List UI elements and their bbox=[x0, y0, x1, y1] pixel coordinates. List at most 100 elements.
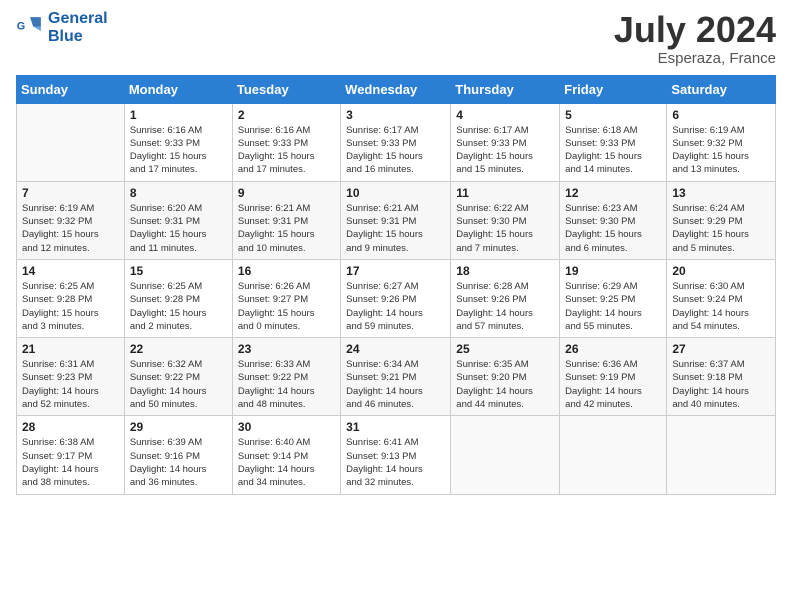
calendar-cell: 25 Sunrise: 6:35 AM Sunset: 9:20 PM Dayli… bbox=[451, 338, 560, 416]
weekday-header: Friday bbox=[560, 75, 667, 103]
calendar-week-row: 28 Sunrise: 6:38 AM Sunset: 9:17 PM Dayli… bbox=[17, 416, 776, 494]
day-info: Sunrise: 6:29 AM Sunset: 9:25 PM Dayligh… bbox=[565, 280, 661, 333]
day-number: 25 bbox=[456, 342, 554, 356]
day-info: Sunrise: 6:19 AM Sunset: 9:32 PM Dayligh… bbox=[672, 124, 770, 177]
weekday-header: Wednesday bbox=[341, 75, 451, 103]
calendar-cell: 29Sunrise: 6:39 AM Sunset: 9:16 PM Dayli… bbox=[124, 416, 232, 494]
calendar-cell: 28 Sunrise: 6:38 AM Sunset: 9:17 PM Dayli… bbox=[17, 416, 125, 494]
day-number: 20 bbox=[672, 264, 770, 278]
calendar-cell: 12 Sunrise: 6:23 AM Sunset: 9:30 PM Dayli… bbox=[560, 181, 667, 259]
day-number: 23 bbox=[238, 342, 335, 356]
day-info: Sunrise: 6:28 AM Sunset: 9:26 PM Dayligh… bbox=[456, 280, 554, 333]
logo-text-block: General Blue bbox=[48, 10, 108, 45]
day-number: 2 bbox=[238, 108, 335, 122]
day-number: 27 bbox=[672, 342, 770, 356]
day-number: 24 bbox=[346, 342, 445, 356]
calendar-week-row: 21 Sunrise: 6:31 AM Sunset: 9:23 PM Dayli… bbox=[17, 338, 776, 416]
calendar-week-row: 14 Sunrise: 6:25 AM Sunset: 9:28 PM Dayli… bbox=[17, 259, 776, 337]
calendar-cell: 3Sunrise: 6:17 AM Sunset: 9:33 PM Daylig… bbox=[341, 103, 451, 181]
calendar-cell: 20 Sunrise: 6:30 AM Sunset: 9:24 PM Dayli… bbox=[667, 259, 776, 337]
day-info: Sunrise: 6:34 AM Sunset: 9:21 PM Dayligh… bbox=[346, 358, 445, 411]
logo: G General Blue bbox=[16, 10, 108, 45]
day-info: Sunrise: 6:38 AM Sunset: 9:17 PM Dayligh… bbox=[22, 436, 119, 489]
day-info: Sunrise: 6:20 AM Sunset: 9:31 PM Dayligh… bbox=[130, 202, 227, 255]
day-number: 5 bbox=[565, 108, 661, 122]
calendar-cell: 24 Sunrise: 6:34 AM Sunset: 9:21 PM Dayli… bbox=[341, 338, 451, 416]
day-number: 3 bbox=[346, 108, 445, 122]
calendar-cell: 19 Sunrise: 6:29 AM Sunset: 9:25 PM Dayli… bbox=[560, 259, 667, 337]
day-info: Sunrise: 6:35 AM Sunset: 9:20 PM Dayligh… bbox=[456, 358, 554, 411]
logo-icon: G bbox=[16, 14, 44, 42]
day-number: 30 bbox=[238, 420, 335, 434]
calendar-cell: 26Sunrise: 6:36 AM Sunset: 9:19 PM Dayli… bbox=[560, 338, 667, 416]
calendar-cell: 15 Sunrise: 6:25 AM Sunset: 9:28 PM Dayli… bbox=[124, 259, 232, 337]
calendar-week-row: 1 Sunrise: 6:16 AM Sunset: 9:33 PM Daylig… bbox=[17, 103, 776, 181]
logo-line2: Blue bbox=[48, 28, 83, 45]
day-info: Sunrise: 6:22 AM Sunset: 9:30 PM Dayligh… bbox=[456, 202, 554, 255]
calendar-cell: 31Sunrise: 6:41 AM Sunset: 9:13 PM Dayli… bbox=[341, 416, 451, 494]
day-info: Sunrise: 6:21 AM Sunset: 9:31 PM Dayligh… bbox=[346, 202, 445, 255]
calendar-cell: 10Sunrise: 6:21 AM Sunset: 9:31 PM Dayli… bbox=[341, 181, 451, 259]
day-number: 17 bbox=[346, 264, 445, 278]
weekday-header: Thursday bbox=[451, 75, 560, 103]
day-info: Sunrise: 6:27 AM Sunset: 9:26 PM Dayligh… bbox=[346, 280, 445, 333]
day-info: Sunrise: 6:25 AM Sunset: 9:28 PM Dayligh… bbox=[130, 280, 227, 333]
day-info: Sunrise: 6:32 AM Sunset: 9:22 PM Dayligh… bbox=[130, 358, 227, 411]
day-number: 22 bbox=[130, 342, 227, 356]
calendar-cell: 14 Sunrise: 6:25 AM Sunset: 9:28 PM Dayli… bbox=[17, 259, 125, 337]
day-info: Sunrise: 6:37 AM Sunset: 9:18 PM Dayligh… bbox=[672, 358, 770, 411]
day-number: 28 bbox=[22, 420, 119, 434]
day-info: Sunrise: 6:23 AM Sunset: 9:30 PM Dayligh… bbox=[565, 202, 661, 255]
day-number: 21 bbox=[22, 342, 119, 356]
header: G General Blue July 2024 Esperaza, Franc… bbox=[16, 10, 776, 67]
day-number: 26 bbox=[565, 342, 661, 356]
calendar-cell bbox=[451, 416, 560, 494]
calendar-cell: 7Sunrise: 6:19 AM Sunset: 9:32 PM Daylig… bbox=[17, 181, 125, 259]
day-info: Sunrise: 6:19 AM Sunset: 9:32 PM Dayligh… bbox=[22, 202, 119, 255]
day-info: Sunrise: 6:17 AM Sunset: 9:33 PM Dayligh… bbox=[456, 124, 554, 177]
day-info: Sunrise: 6:25 AM Sunset: 9:28 PM Dayligh… bbox=[22, 280, 119, 333]
day-number: 8 bbox=[130, 186, 227, 200]
calendar-cell: 6 Sunrise: 6:19 AM Sunset: 9:32 PM Daylig… bbox=[667, 103, 776, 181]
calendar-cell bbox=[560, 416, 667, 494]
day-number: 13 bbox=[672, 186, 770, 200]
weekday-header: Saturday bbox=[667, 75, 776, 103]
calendar-cell: 9 Sunrise: 6:21 AM Sunset: 9:31 PM Daylig… bbox=[232, 181, 340, 259]
day-number: 19 bbox=[565, 264, 661, 278]
day-info: Sunrise: 6:21 AM Sunset: 9:31 PM Dayligh… bbox=[238, 202, 335, 255]
month-title: July 2024 bbox=[614, 10, 776, 50]
calendar-cell: 2Sunrise: 6:16 AM Sunset: 9:33 PM Daylig… bbox=[232, 103, 340, 181]
calendar-table: SundayMondayTuesdayWednesdayThursdayFrid… bbox=[16, 75, 776, 495]
calendar-cell: 16 Sunrise: 6:26 AM Sunset: 9:27 PM Dayli… bbox=[232, 259, 340, 337]
calendar-cell: 17 Sunrise: 6:27 AM Sunset: 9:26 PM Dayli… bbox=[341, 259, 451, 337]
calendar-cell bbox=[17, 103, 125, 181]
calendar-cell: 11Sunrise: 6:22 AM Sunset: 9:30 PM Dayli… bbox=[451, 181, 560, 259]
day-number: 1 bbox=[130, 108, 227, 122]
day-info: Sunrise: 6:33 AM Sunset: 9:22 PM Dayligh… bbox=[238, 358, 335, 411]
day-info: Sunrise: 6:41 AM Sunset: 9:13 PM Dayligh… bbox=[346, 436, 445, 489]
day-info: Sunrise: 6:16 AM Sunset: 9:33 PM Dayligh… bbox=[130, 124, 227, 177]
day-number: 4 bbox=[456, 108, 554, 122]
calendar-cell: 23 Sunrise: 6:33 AM Sunset: 9:22 PM Dayli… bbox=[232, 338, 340, 416]
day-number: 18 bbox=[456, 264, 554, 278]
calendar-header-row: SundayMondayTuesdayWednesdayThursdayFrid… bbox=[17, 75, 776, 103]
svg-text:G: G bbox=[17, 20, 25, 32]
location: Esperaza, France bbox=[614, 50, 776, 67]
day-number: 16 bbox=[238, 264, 335, 278]
day-number: 14 bbox=[22, 264, 119, 278]
weekday-header: Sunday bbox=[17, 75, 125, 103]
day-number: 15 bbox=[130, 264, 227, 278]
day-info: Sunrise: 6:31 AM Sunset: 9:23 PM Dayligh… bbox=[22, 358, 119, 411]
day-number: 9 bbox=[238, 186, 335, 200]
calendar-cell: 13 Sunrise: 6:24 AM Sunset: 9:29 PM Dayli… bbox=[667, 181, 776, 259]
day-info: Sunrise: 6:18 AM Sunset: 9:33 PM Dayligh… bbox=[565, 124, 661, 177]
day-info: Sunrise: 6:30 AM Sunset: 9:24 PM Dayligh… bbox=[672, 280, 770, 333]
calendar-cell bbox=[667, 416, 776, 494]
day-info: Sunrise: 6:24 AM Sunset: 9:29 PM Dayligh… bbox=[672, 202, 770, 255]
day-number: 6 bbox=[672, 108, 770, 122]
calendar-cell: 18 Sunrise: 6:28 AM Sunset: 9:26 PM Dayli… bbox=[451, 259, 560, 337]
day-info: Sunrise: 6:40 AM Sunset: 9:14 PM Dayligh… bbox=[238, 436, 335, 489]
weekday-header: Monday bbox=[124, 75, 232, 103]
day-info: Sunrise: 6:26 AM Sunset: 9:27 PM Dayligh… bbox=[238, 280, 335, 333]
day-number: 12 bbox=[565, 186, 661, 200]
